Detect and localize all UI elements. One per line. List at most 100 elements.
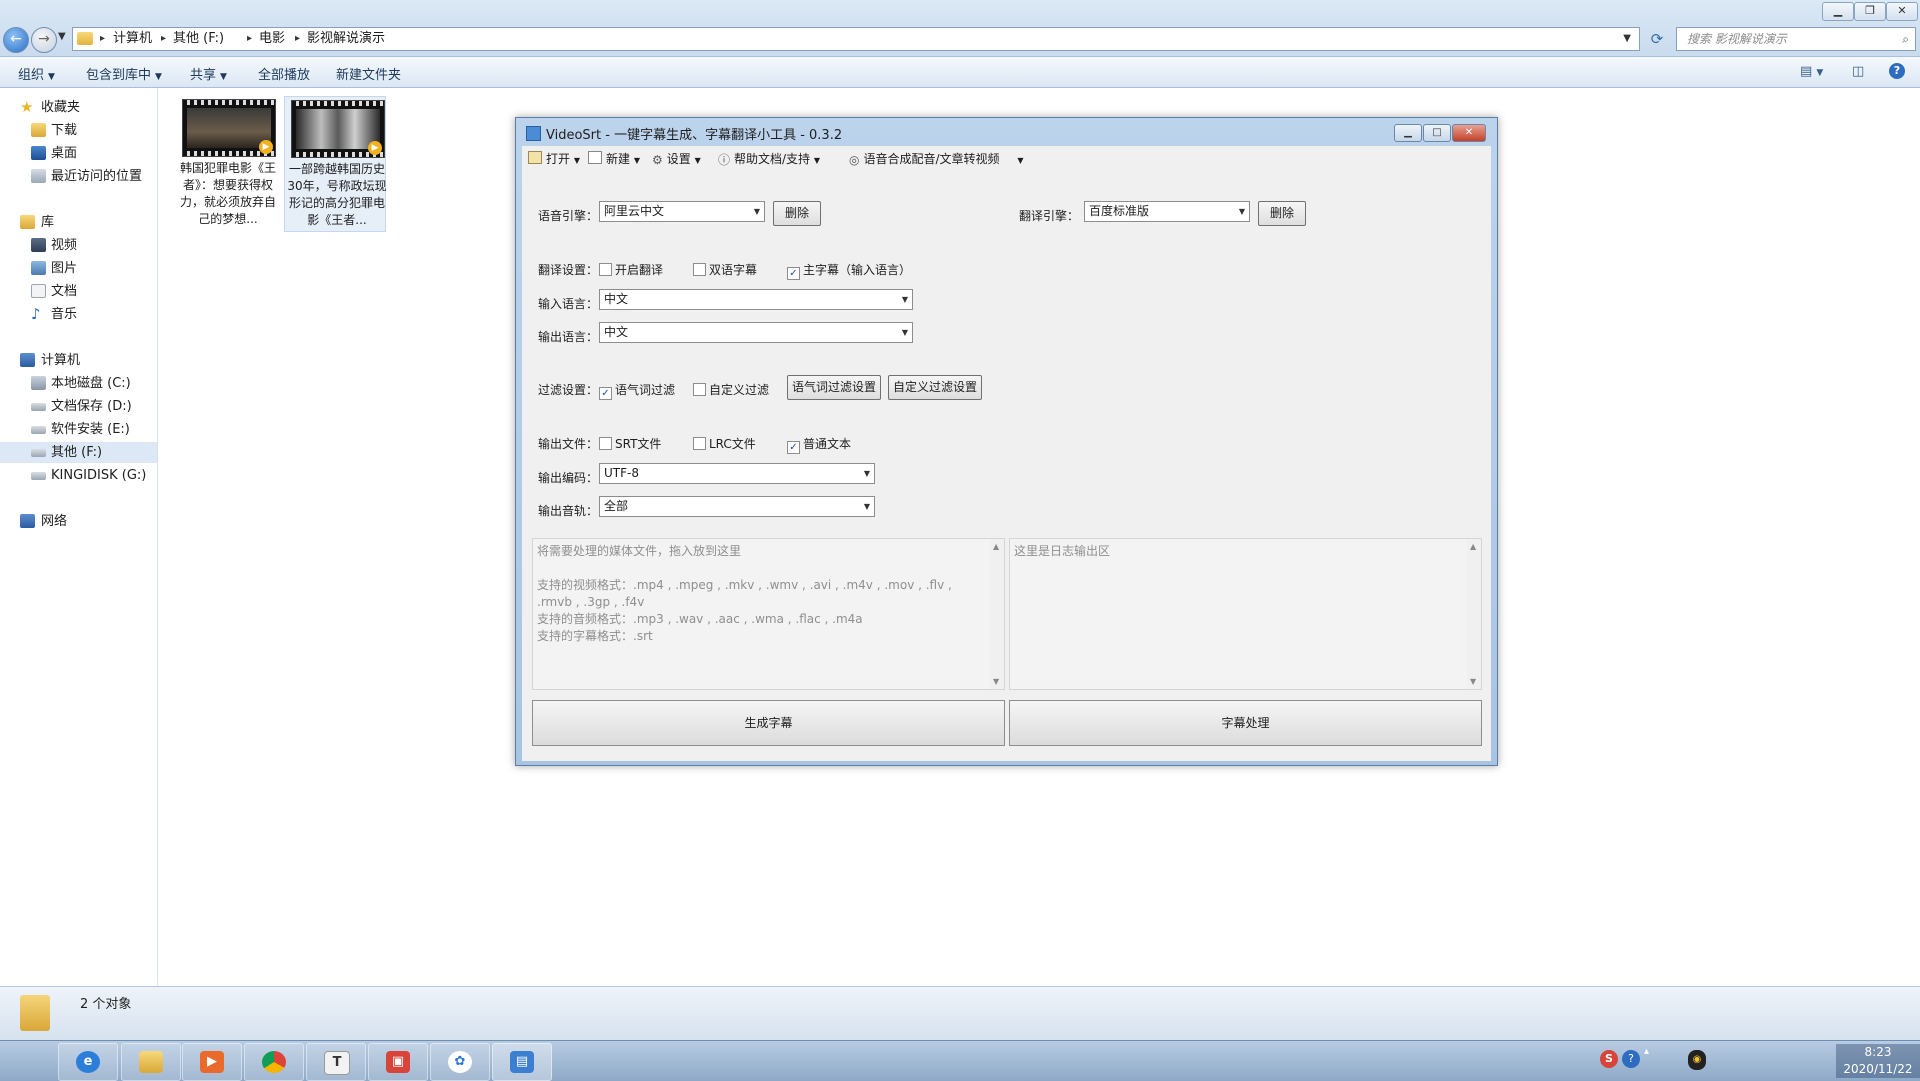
breadcrumb-movies[interactable]: 电影 (259, 28, 285, 50)
help-tray-icon[interactable]: ? (1622, 1050, 1640, 1068)
toolbar-new-folder[interactable]: 新建文件夹 (336, 64, 401, 83)
lrc-file-checkbox[interactable]: LRC文件 (693, 435, 756, 452)
generate-subtitles-button[interactable]: 生成字幕 (532, 700, 1005, 746)
scroll-up-icon[interactable]: ▲ (993, 542, 999, 551)
nav-item-drive-d[interactable]: 文档保存 (D:) (0, 396, 157, 417)
address-bar[interactable]: ▸ 计算机 ▸ 其他 (F:) ▸ 电影 ▸ 影视解说演示 ▼ (72, 27, 1640, 51)
app-close-button[interactable]: ✕ (1452, 124, 1486, 142)
file-item-video-1[interactable]: ▶ 韩国犯罪电影《王者》：想要获得权力，就必须放弃自己的梦想... (176, 96, 276, 230)
output-encoding-select[interactable]: UTF-8 ▼ (599, 463, 875, 484)
clock[interactable]: 8:23 2020/11/22 (1836, 1044, 1920, 1078)
menu-speech-synthesis[interactable]: ◎ 语音合成配音/文章转视频 ▼ (849, 150, 1024, 167)
nav-item-recent-places[interactable]: 最近访问的位置 (0, 166, 157, 187)
nav-item-desktop[interactable]: 桌面 (0, 143, 157, 164)
nav-item-documents[interactable]: 文档 (0, 281, 157, 302)
downloads-folder-icon (31, 123, 46, 137)
minimize-button[interactable]: ▁ (1822, 2, 1854, 21)
refresh-icon[interactable]: ⟳ (1644, 27, 1670, 51)
taskbar-video-editor[interactable]: ▣ (368, 1043, 428, 1081)
toolbar-play-all[interactable]: 全部播放 (258, 64, 310, 83)
breadcrumb-computer[interactable]: 计算机 (113, 28, 152, 50)
nav-libraries[interactable]: 库 (0, 212, 157, 233)
plain-text-checkbox[interactable]: ✓ 普通文本 (787, 435, 851, 454)
toolbar-include-in-library[interactable]: 包含到库中 ▼ (86, 64, 162, 83)
output-track-select[interactable]: 全部 ▼ (599, 496, 875, 517)
media-drop-area[interactable]: 将需要处理的媒体文件，拖入放到这里 支持的视频格式：.mp4 , .mpeg ,… (532, 538, 1005, 690)
srt-file-checkbox[interactable]: SRT文件 (599, 435, 661, 452)
nav-network[interactable]: 网络 (0, 511, 157, 532)
translate-engine-select[interactable]: 百度标准版 ▼ (1084, 201, 1250, 222)
translate-engine-delete-button[interactable]: 删除 (1258, 201, 1306, 226)
subtitle-process-button[interactable]: 字幕处理 (1009, 700, 1482, 746)
nav-computer[interactable]: 计算机 (0, 350, 157, 371)
drop-area-hint: 将需要处理的媒体文件，拖入放到这里 支持的视频格式：.mp4 , .mpeg ,… (537, 544, 952, 643)
input-language-select[interactable]: 中文 ▼ (599, 289, 913, 310)
nav-favorites[interactable]: ★ 收藏夹 (0, 97, 157, 118)
back-button[interactable]: ← (3, 27, 29, 53)
nav-item-music[interactable]: ♪ 音乐 (0, 304, 157, 325)
menu-open[interactable]: 打开 ▼ (528, 150, 580, 167)
custom-filter-checkbox[interactable]: 自定义过滤 (693, 381, 769, 398)
search-input[interactable]: 搜索 影视解说演示 ⌕ (1676, 27, 1916, 51)
app-maximize-button[interactable]: □ (1423, 124, 1451, 142)
nav-item-downloads[interactable]: 下载 (0, 120, 157, 141)
breadcrumb-drive-f[interactable]: 其他 (F:) (173, 28, 224, 50)
filler-word-filter-checkbox[interactable]: ✓ 语气词过滤 (599, 381, 675, 400)
nav-item-drive-e[interactable]: 软件安装 (E:) (0, 419, 157, 440)
close-button[interactable]: ✕ (1886, 2, 1918, 21)
enable-translate-checkbox[interactable]: 开启翻译 (599, 261, 663, 278)
toolbar-share[interactable]: 共享 ▼ (190, 64, 227, 83)
menu-new[interactable]: 新建 ▼ (588, 150, 640, 167)
scroll-down-icon[interactable]: ▼ (993, 677, 999, 686)
toolbar-organize[interactable]: 组织 ▼ (18, 64, 55, 83)
taskbar-videosrt[interactable]: ▤ (492, 1043, 552, 1081)
taskbar-explorer[interactable] (121, 1043, 181, 1081)
taskbar-internet-explorer[interactable]: e (58, 1043, 118, 1081)
taskbar-media-player[interactable]: ▶ (182, 1043, 242, 1081)
video-library-icon (31, 238, 46, 252)
scroll-up-icon[interactable]: ▲ (1470, 542, 1476, 551)
scroll-down-icon[interactable]: ▼ (1470, 677, 1476, 686)
speech-engine-delete-button[interactable]: 删除 (773, 201, 821, 226)
nav-item-drive-c[interactable]: 本地磁盘 (C:) (0, 373, 157, 394)
preview-pane-icon[interactable]: ◫ (1852, 64, 1864, 79)
qq-icon[interactable]: ◉ (1688, 1050, 1706, 1070)
taskbar-text-editor[interactable]: T (306, 1043, 366, 1081)
breadcrumb-current-folder[interactable]: 影视解说演示 (307, 28, 385, 50)
input-method-icon[interactable]: S (1600, 1050, 1618, 1068)
drop-area-scrollbar[interactable]: ▲ ▼ (990, 539, 1004, 689)
log-output-area[interactable]: 这里是日志输出区 ▲ ▼ (1009, 538, 1482, 690)
chevron-down-icon: ▼ (901, 295, 908, 304)
nav-item-drive-g[interactable]: KINGIDISK (G:) (0, 465, 157, 486)
filler-word-filter-settings-button[interactable]: 语气词过滤设置 (787, 375, 881, 400)
log-area-scrollbar[interactable]: ▲ ▼ (1467, 539, 1481, 689)
main-subtitle-checkbox[interactable]: ✓ 主字幕（输入语言） (787, 261, 911, 280)
nav-item-videos[interactable]: 视频 (0, 235, 157, 256)
recent-pages-icon[interactable]: ▼ (58, 31, 66, 42)
view-options-icon[interactable]: ▤ ▼ (1800, 64, 1823, 79)
nav-item-drive-f[interactable]: 其他 (F:) (0, 442, 157, 463)
chevron-down-icon[interactable]: ▼ (1623, 28, 1631, 50)
app-titlebar[interactable]: VideoSrt - 一键字幕生成、字幕翻译小工具 - 0.3.2 ▁ □ ✕ (516, 118, 1497, 146)
nav-item-pictures[interactable]: 图片 (0, 258, 157, 279)
recent-places-icon (31, 169, 46, 183)
search-icon[interactable]: ⌕ (1902, 28, 1909, 50)
app-minimize-button[interactable]: ▁ (1394, 124, 1422, 142)
video-thumbnail: ▶ (291, 100, 385, 158)
output-language-select[interactable]: 中文 ▼ (599, 322, 913, 343)
file-item-video-2[interactable]: ▶ 一部跨越韩国历史30年，号称政坛现形记的高分犯罪电影《王者... (284, 96, 387, 232)
tray-expand-icon[interactable]: ▴ (1644, 1046, 1649, 1057)
taskbar-chrome[interactable] (244, 1043, 304, 1081)
menu-help[interactable]: ⓘ 帮助文档/支持 ▼ (718, 150, 820, 167)
drive-icon (31, 426, 46, 434)
restore-button[interactable]: ❐ (1854, 2, 1886, 21)
custom-filter-settings-button[interactable]: 自定义过滤设置 (888, 375, 982, 400)
bilingual-subtitle-checkbox[interactable]: 双语字幕 (693, 261, 757, 278)
taskbar-baidu-netdisk[interactable]: ✿ (430, 1043, 490, 1081)
menu-settings[interactable]: ⚙ 设置 ▼ (652, 150, 701, 167)
network-icon (20, 514, 35, 528)
forward-button[interactable]: → (31, 27, 57, 53)
speech-engine-select[interactable]: 阿里云中文 ▼ (599, 201, 765, 222)
app-icon (526, 126, 541, 141)
help-icon[interactable]: ? (1889, 63, 1905, 79)
